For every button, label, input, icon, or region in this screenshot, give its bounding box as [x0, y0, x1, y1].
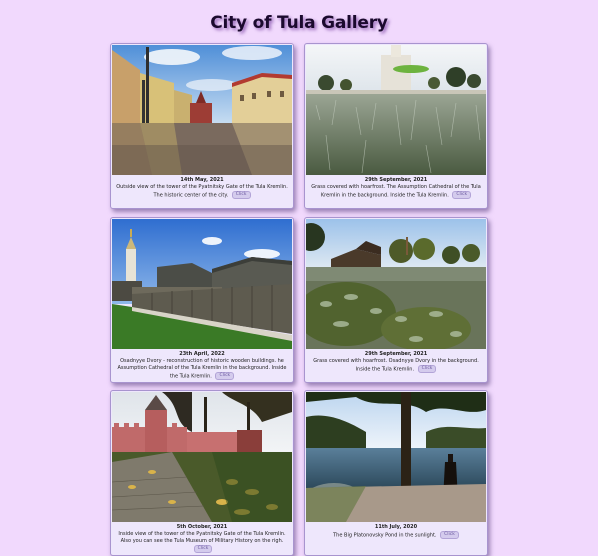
- photo-caption: 29th September, 2021 Grass covered with …: [307, 351, 485, 374]
- gallery-card: 23th April, 2022 Osadnyye Dvory - recons…: [110, 217, 294, 383]
- click-button[interactable]: Click: [193, 545, 213, 553]
- gallery-photo[interactable]: [112, 219, 292, 349]
- photo-date: 29th September, 2021: [364, 351, 428, 357]
- photo-description: Outside view of the tower of the Pyatnit…: [116, 184, 288, 199]
- click-button[interactable]: Click: [417, 365, 437, 373]
- photo-date: 5th October, 2021: [176, 524, 228, 530]
- photo-date: 11th July, 2020: [374, 524, 418, 530]
- gallery-photo[interactable]: [112, 392, 292, 522]
- gallery-card: 11th July, 2020 The Big Platonovsky Pond…: [304, 390, 488, 556]
- gallery-photo[interactable]: [306, 45, 486, 175]
- click-button[interactable]: Click: [231, 191, 251, 199]
- gallery-photo[interactable]: [306, 392, 486, 522]
- photo-date: 23th April, 2022: [179, 351, 225, 357]
- photo-date: 14th May, 2021: [180, 177, 224, 183]
- photo-description: Inside view of the tower of the Pyatnits…: [118, 531, 286, 544]
- photo-description: Grass covered with hoarfrost. Osadnyye D…: [313, 358, 479, 373]
- click-button[interactable]: Click: [452, 191, 472, 199]
- photo-date: 29th September, 2021: [364, 177, 428, 183]
- photo-description: The Big Platonovsky Pond in the sunlight…: [333, 532, 437, 539]
- photo-caption: 23th April, 2022 Osadnyye Dvory - recons…: [113, 351, 291, 381]
- photo-caption: 11th July, 2020 The Big Platonovsky Pond…: [307, 524, 485, 540]
- gallery-photo[interactable]: [306, 219, 486, 349]
- photo-caption: 29th September, 2021 Grass covered with …: [307, 177, 485, 200]
- gallery-card: 29th September, 2021 Grass covered with …: [304, 217, 488, 383]
- page-title: City of Tula Gallery: [210, 13, 388, 33]
- gallery-card: 5th October, 2021 Inside view of the tow…: [110, 390, 294, 556]
- photo-caption: 5th October, 2021 Inside view of the tow…: [113, 524, 291, 554]
- gallery-card: 14th May, 2021 Outside view of the tower…: [110, 43, 294, 209]
- click-button[interactable]: Click: [215, 372, 235, 380]
- click-button[interactable]: Click: [440, 531, 459, 539]
- gallery-photo[interactable]: [112, 45, 292, 175]
- gallery-card: 29th September, 2021 Grass covered with …: [304, 43, 488, 209]
- photo-caption: 14th May, 2021 Outside view of the tower…: [113, 177, 291, 200]
- photo-description: Osadnyye Dvory - reconstruction of histo…: [117, 358, 287, 380]
